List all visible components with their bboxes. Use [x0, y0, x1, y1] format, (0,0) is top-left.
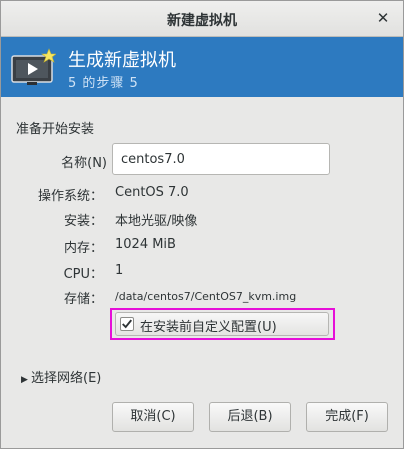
install-value: 本地光驱/映像 [115, 214, 198, 229]
monitor-play-star-icon [11, 48, 56, 85]
network-expander-label: 选择网络(E) [31, 371, 102, 386]
customize-label: 在安装前自定义配置(U) [140, 320, 277, 335]
header-step: 5 的步骤 5 [68, 76, 139, 91]
finish-button[interactable]: 完成(F) [306, 402, 388, 432]
close-icon[interactable]: ✕ [373, 8, 393, 28]
name-label: 名称(N) [61, 156, 107, 171]
storage-value: /data/centos7/CentOS7_kvm.img [115, 290, 297, 303]
cpu-value: 1 [115, 263, 124, 278]
memory-label: 内存： [63, 241, 103, 256]
customize-checkbox-row[interactable]: 在安装前自定义配置(U) [115, 312, 329, 336]
title-bar: 新建虚拟机 ✕ [1, 1, 403, 37]
storage-label: 存储： [63, 292, 103, 307]
checkmark-icon [122, 319, 133, 329]
cancel-button[interactable]: 取消(C) [112, 402, 194, 432]
memory-value: 1024 MiB [115, 237, 176, 252]
os-value: CentOS 7.0 [115, 185, 189, 200]
cpu-label: CPU： [63, 267, 103, 282]
wizard-header: 生成新虚拟机 5 的步骤 5 [1, 37, 403, 97]
install-label: 安装： [63, 214, 103, 229]
name-field[interactable] [112, 143, 330, 175]
new-vm-dialog: 新建虚拟机 ✕ 生成新虚拟机 5 的步骤 5 准备开始安装 名称(N) 操作系统… [0, 0, 404, 449]
network-expander[interactable]: ▶ 选择网络(E) [21, 367, 101, 386]
expander-arrow-icon: ▶ [21, 375, 28, 385]
header-title: 生成新虚拟机 [68, 50, 176, 71]
window-title: 新建虚拟机 [167, 13, 237, 29]
section-title: 准备开始安装 [16, 122, 95, 137]
os-label: 操作系统： [37, 189, 103, 204]
back-button[interactable]: 后退(B) [209, 402, 291, 432]
customize-checkbox[interactable] [120, 317, 134, 331]
